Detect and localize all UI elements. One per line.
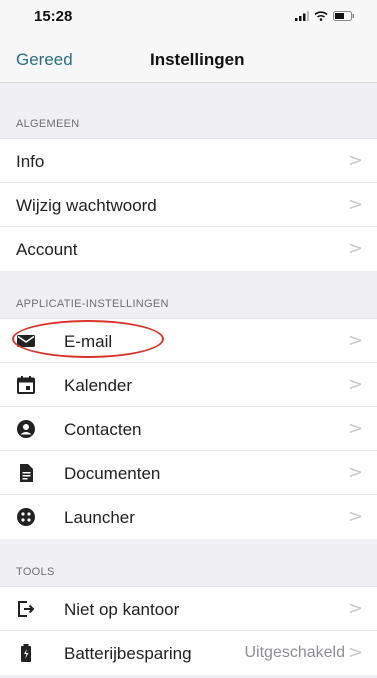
- row-label: Launcher: [64, 508, 135, 527]
- signal-icon: [295, 11, 309, 21]
- settings-row-documents[interactable]: Documenten >: [0, 450, 377, 495]
- settings-row-battery-saving[interactable]: Batterijbesparing Uitgeschakeld >: [0, 630, 377, 675]
- section-label: ALGEMEEN: [16, 118, 80, 130]
- document-icon: [20, 464, 33, 482]
- row-label: Batterijbesparing: [64, 644, 192, 663]
- settings-row-calendar[interactable]: Kalender >: [0, 362, 377, 407]
- contact-icon: [17, 420, 35, 438]
- chevron-right-icon: >: [347, 462, 363, 483]
- status-icons: [295, 11, 355, 21]
- settings-row-change-password[interactable]: Wijzig wachtwoord >: [0, 182, 377, 227]
- out-of-office-icon: [18, 601, 35, 617]
- launcher-icon: [17, 508, 35, 526]
- chevron-right-icon: >: [347, 150, 363, 171]
- section-header-tools: TOOLS: [0, 552, 377, 586]
- battery-status-icon: [333, 11, 354, 21]
- settings-row-account[interactable]: Account >: [0, 226, 377, 271]
- mail-icon: [17, 335, 35, 347]
- chevron-right-icon: >: [347, 238, 363, 259]
- row-label: E-mail: [64, 332, 113, 351]
- row-label: Contacten: [64, 420, 142, 439]
- settings-row-email[interactable]: E-mail >: [0, 318, 377, 363]
- chevron-right-icon: >: [347, 194, 363, 215]
- row-label: Niet op kantoor: [64, 600, 180, 619]
- battery-icon: [21, 644, 31, 662]
- settings-row-out-of-office[interactable]: Niet op kantoor >: [0, 586, 377, 631]
- settings-row-contacts[interactable]: Contacten >: [0, 406, 377, 451]
- chevron-right-icon: >: [347, 330, 363, 351]
- status-time: 15:28: [34, 8, 73, 25]
- row-label: Info: [16, 152, 45, 171]
- page-title: Instellingen: [150, 50, 245, 69]
- settings-row-launcher[interactable]: Launcher >: [0, 494, 377, 539]
- row-label: Account: [16, 240, 78, 259]
- section-header-app-settings: APPLICATIE-INSTELLINGEN: [0, 284, 377, 318]
- row-label: Documenten: [64, 464, 161, 483]
- status-bar: 15:28: [0, 0, 377, 34]
- row-label: Kalender: [64, 376, 133, 395]
- chevron-right-icon: >: [347, 374, 363, 395]
- chevron-right-icon: >: [347, 506, 363, 527]
- done-button[interactable]: Gereed: [16, 50, 73, 70]
- chevron-right-icon: >: [347, 598, 363, 619]
- section-header-general: ALGEMEEN: [0, 104, 377, 138]
- chevron-right-icon: >: [347, 642, 363, 663]
- row-value: Uitgeschakeld: [244, 644, 346, 661]
- section-label: APPLICATIE-INSTELLINGEN: [16, 298, 169, 310]
- wifi-icon: [314, 11, 328, 21]
- row-label: Wijzig wachtwoord: [16, 196, 157, 215]
- section-label: TOOLS: [16, 566, 55, 578]
- nav-bar: Gereed Instellingen: [0, 34, 377, 83]
- calendar-icon: [17, 376, 35, 394]
- chevron-right-icon: >: [347, 418, 363, 439]
- settings-row-info[interactable]: Info >: [0, 138, 377, 183]
